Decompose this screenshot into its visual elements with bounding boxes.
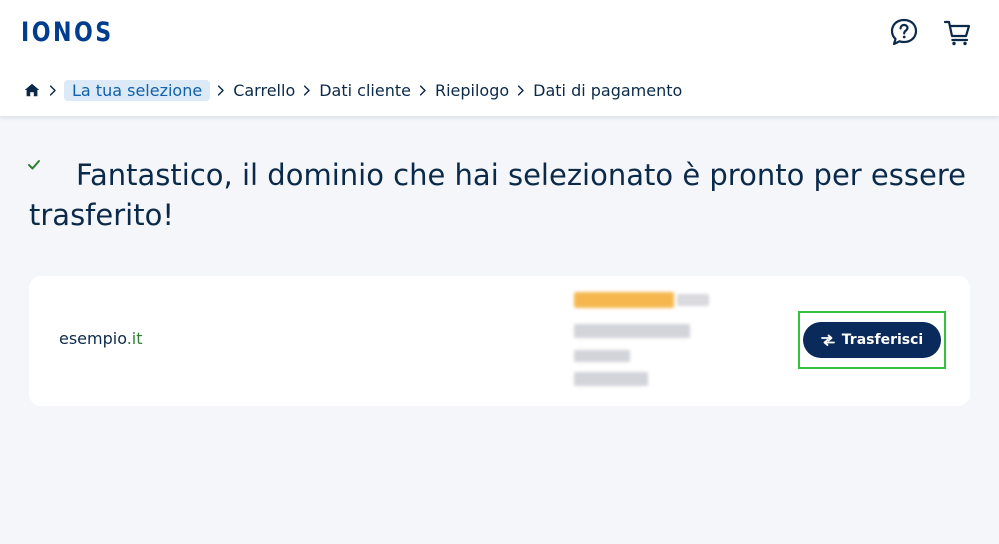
redacted-text xyxy=(574,324,690,338)
ionos-logo[interactable]: IONOS xyxy=(21,17,114,48)
redacted-text xyxy=(574,372,648,386)
breadcrumb-item-summary[interactable]: Riepilogo xyxy=(434,81,510,100)
breadcrumb-home[interactable] xyxy=(22,80,42,100)
transfer-button[interactable]: Trasferisci xyxy=(803,322,941,358)
help-icon[interactable] xyxy=(888,16,920,48)
home-icon xyxy=(24,83,40,97)
chevron-right-icon xyxy=(412,80,434,100)
breadcrumb-item-payment[interactable]: Dati di pagamento xyxy=(532,81,683,100)
redacted-text xyxy=(677,294,709,306)
domain-tld: .it xyxy=(126,329,143,348)
domain-label: esempio xyxy=(59,329,127,348)
domain-name: esempio.it xyxy=(59,329,143,348)
shopping-cart-icon xyxy=(943,20,971,46)
chevron-right-icon xyxy=(42,80,64,100)
breadcrumb-item-customer-data[interactable]: Dati cliente xyxy=(318,81,412,100)
breadcrumb-item-cart[interactable]: Carrello xyxy=(232,81,296,100)
chevron-right-icon xyxy=(210,80,232,100)
question-bubble-icon xyxy=(890,18,918,46)
redacted-price-info xyxy=(574,292,714,392)
breadcrumb-item-selection[interactable]: La tua selezione xyxy=(64,79,211,101)
success-headline: Fantastico, il dominio che hai seleziona… xyxy=(29,158,966,232)
top-header: IONOS La tua selezione Carrello Dati cli… xyxy=(0,0,999,116)
domain-card: esempio.it Trasferisci xyxy=(29,276,970,406)
cart-icon[interactable] xyxy=(941,16,973,48)
chevron-right-icon xyxy=(296,80,318,100)
redacted-promo-badge xyxy=(574,292,674,308)
chevron-right-icon xyxy=(510,80,532,100)
swap-arrows-icon xyxy=(820,334,835,346)
transfer-button-label: Trasferisci xyxy=(841,332,924,348)
breadcrumb: La tua selezione Carrello Dati cliente R… xyxy=(22,78,683,102)
redacted-text xyxy=(574,350,630,362)
